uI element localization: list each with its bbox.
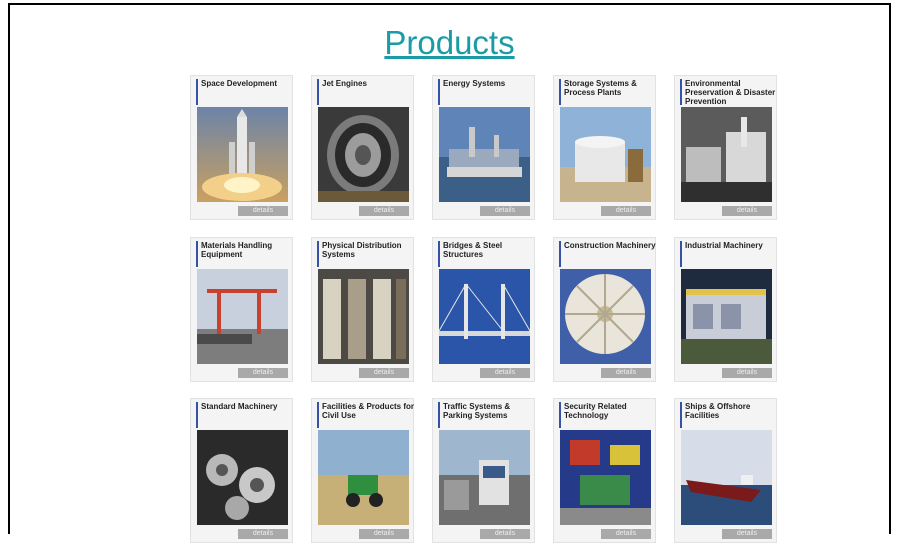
product-label: Energy Systems xyxy=(438,79,537,105)
product-card-traffic-systems[interactable]: Traffic Systems & Parking Systems detail… xyxy=(432,398,535,543)
details-button[interactable]: details xyxy=(238,529,288,539)
product-label: Security Related Technology xyxy=(559,402,658,428)
product-card-ships-offshore[interactable]: Ships & Offshore Facilities details xyxy=(674,398,777,543)
product-thumbnail[interactable] xyxy=(681,269,772,364)
product-thumbnail[interactable] xyxy=(681,430,772,525)
product-card-industrial-machinery[interactable]: Industrial Machinery details xyxy=(674,237,777,382)
product-thumbnail[interactable] xyxy=(318,430,409,525)
product-label: Construction Machinery xyxy=(559,241,658,267)
product-card-physical-distribution[interactable]: Physical Distribution Systems details xyxy=(311,237,414,382)
product-card-jet-engines[interactable]: Jet Engines details xyxy=(311,75,414,220)
product-thumbnail[interactable] xyxy=(439,269,530,364)
details-button[interactable]: details xyxy=(238,368,288,378)
product-thumbnail[interactable] xyxy=(439,107,530,202)
product-card-security-technology[interactable]: Security Related Technology details xyxy=(553,398,656,543)
product-thumbnail[interactable] xyxy=(560,430,651,525)
details-button[interactable]: details xyxy=(359,529,409,539)
product-card-standard-machinery[interactable]: Standard Machinery details xyxy=(190,398,293,543)
details-button[interactable]: details xyxy=(480,206,530,216)
product-label: Environmental Preservation & Disaster Pr… xyxy=(680,79,779,105)
details-button[interactable]: details xyxy=(480,368,530,378)
product-card-environmental[interactable]: Environmental Preservation & Disaster Pr… xyxy=(674,75,777,220)
product-card-space-development[interactable]: Space Development details xyxy=(190,75,293,220)
product-label: Physical Distribution Systems xyxy=(317,241,416,267)
product-thumbnail[interactable] xyxy=(560,269,651,364)
details-button[interactable]: details xyxy=(601,529,651,539)
details-button[interactable]: details xyxy=(722,368,772,378)
details-button[interactable]: details xyxy=(722,206,772,216)
product-label: Traffic Systems & Parking Systems xyxy=(438,402,537,428)
product-thumbnail[interactable] xyxy=(197,430,288,525)
product-card-bridges[interactable]: Bridges & Steel Structures details xyxy=(432,237,535,382)
details-button[interactable]: details xyxy=(238,206,288,216)
product-label: Space Development xyxy=(196,79,295,105)
product-label: Storage Systems & Process Plants xyxy=(559,79,658,105)
product-thumbnail[interactable] xyxy=(318,107,409,202)
product-thumbnail[interactable] xyxy=(318,269,409,364)
product-card-storage-systems[interactable]: Storage Systems & Process Plants details xyxy=(553,75,656,220)
details-button[interactable]: details xyxy=(601,368,651,378)
product-label: Industrial Machinery xyxy=(680,241,779,267)
product-card-civil-use[interactable]: Facilities & Products for Civil Use deta… xyxy=(311,398,414,543)
product-label: Ships & Offshore Facilities xyxy=(680,402,779,428)
product-label: Bridges & Steel Structures xyxy=(438,241,537,267)
product-card-energy-systems[interactable]: Energy Systems details xyxy=(432,75,535,220)
details-button[interactable]: details xyxy=(359,206,409,216)
product-label: Jet Engines xyxy=(317,79,416,105)
details-button[interactable]: details xyxy=(601,206,651,216)
product-label: Facilities & Products for Civil Use xyxy=(317,402,416,428)
product-thumbnail[interactable] xyxy=(197,107,288,202)
product-card-construction-machinery[interactable]: Construction Machinery details xyxy=(553,237,656,382)
product-thumbnail[interactable] xyxy=(560,107,651,202)
product-thumbnail[interactable] xyxy=(439,430,530,525)
details-button[interactable]: details xyxy=(480,529,530,539)
page-title[interactable]: Products xyxy=(10,23,889,63)
product-card-materials-handling[interactable]: Materials Handling Equipment details xyxy=(190,237,293,382)
product-label: Standard Machinery xyxy=(196,402,295,428)
product-thumbnail[interactable] xyxy=(197,269,288,364)
details-button[interactable]: details xyxy=(722,529,772,539)
product-thumbnail[interactable] xyxy=(681,107,772,202)
details-button[interactable]: details xyxy=(359,368,409,378)
product-label: Materials Handling Equipment xyxy=(196,241,295,267)
page-frame: Products Space Development details Jet E… xyxy=(8,3,891,543)
